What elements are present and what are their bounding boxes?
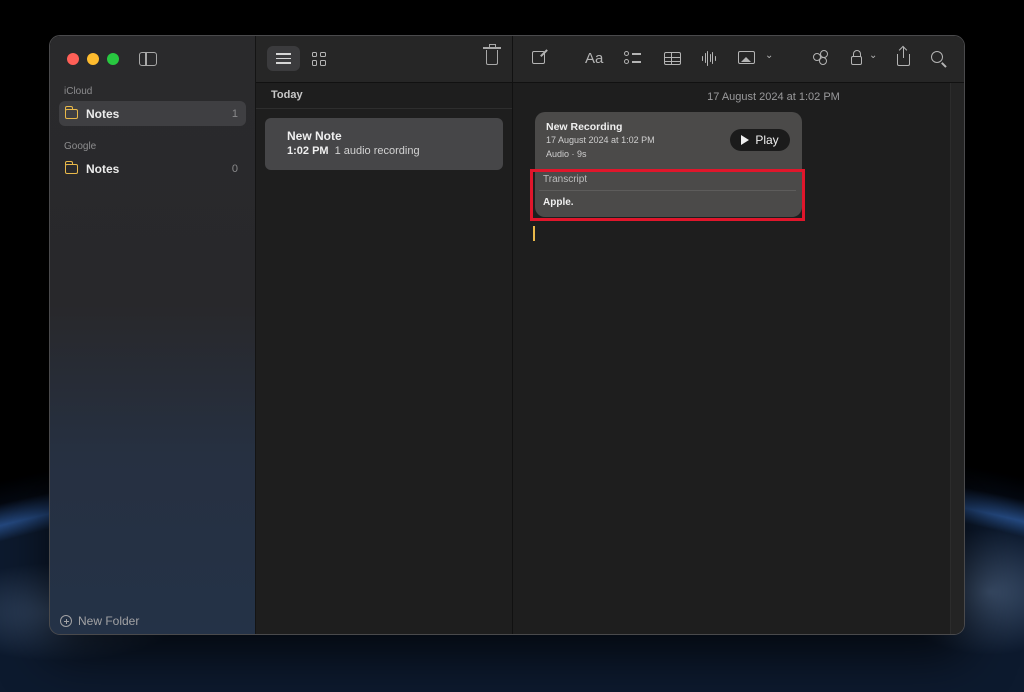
- note-list-pane: Today New Note 1:02 PM 1 audio recording: [256, 36, 513, 634]
- window-controls: [67, 53, 119, 65]
- compose-icon[interactable]: [532, 51, 545, 64]
- editor-toolbar: Aa ⌄ ⌄: [513, 36, 964, 83]
- folder-icloud-notes[interactable]: Notes 1: [59, 101, 246, 126]
- collaborate-icon[interactable]: [813, 50, 830, 66]
- share-icon[interactable]: [897, 47, 910, 66]
- play-icon: [741, 135, 750, 145]
- folder-name: Notes: [86, 106, 120, 121]
- transcript-text: Apple.: [543, 197, 574, 208]
- note-time: 1:02 PM: [287, 145, 329, 157]
- divider: [539, 190, 796, 191]
- group-header-today: Today: [256, 83, 512, 109]
- note-preview: 1 audio recording: [334, 145, 420, 157]
- note-meta: 1:02 PM 1 audio recording: [287, 145, 481, 157]
- format-text-icon[interactable]: Aa: [585, 50, 603, 67]
- section-label-icloud: iCloud: [64, 86, 93, 97]
- sidebar: iCloud Notes 1 Google Notes 0 New Folder: [50, 36, 256, 634]
- new-folder-label: New Folder: [78, 614, 140, 628]
- recording-date: 17 August 2024 at 1:02 PM: [546, 135, 655, 145]
- gallery-view-button[interactable]: [302, 46, 335, 71]
- table-icon[interactable]: [664, 52, 681, 65]
- chevron-down-icon[interactable]: ⌄: [869, 50, 877, 61]
- folder-icon: [65, 160, 78, 174]
- folder-name: Notes: [86, 161, 120, 176]
- close-window-button[interactable]: [67, 53, 79, 65]
- note-list-toolbar: [256, 36, 512, 83]
- minimize-window-button[interactable]: [87, 53, 99, 65]
- new-folder-button[interactable]: New Folder: [60, 614, 139, 628]
- play-button[interactable]: Play: [730, 129, 790, 151]
- zoom-window-button[interactable]: [107, 53, 119, 65]
- gallery-view-icon: [311, 51, 326, 66]
- list-view-button[interactable]: [267, 46, 300, 71]
- note-list-item[interactable]: New Note 1:02 PM 1 audio recording: [265, 118, 503, 170]
- chevron-down-icon[interactable]: ⌄: [765, 50, 773, 61]
- checklist-icon[interactable]: [624, 51, 641, 66]
- note-title: New Note: [287, 129, 342, 143]
- plus-circle-icon: [60, 615, 72, 627]
- folder-google-notes[interactable]: Notes 0: [59, 156, 246, 181]
- transcript-label: Transcript: [543, 174, 588, 185]
- transcript-highlight: Transcript Apple.: [530, 169, 805, 221]
- scrollbar[interactable]: [950, 83, 964, 634]
- search-icon[interactable]: [931, 51, 943, 63]
- notes-app-window: iCloud Notes 1 Google Notes 0 New Folder: [49, 35, 965, 635]
- trash-icon[interactable]: [483, 44, 501, 65]
- audio-waveform-icon[interactable]: [702, 50, 716, 66]
- section-label-google: Google: [64, 141, 97, 152]
- note-editor[interactable]: Aa ⌄ ⌄ 17 August 2024 at 1:02 PM New Rec…: [513, 36, 964, 634]
- text-cursor: [533, 226, 535, 241]
- play-label: Play: [755, 133, 779, 147]
- recording-title: New Recording: [546, 121, 623, 133]
- folder-icon: [65, 105, 78, 119]
- media-icon[interactable]: [738, 51, 755, 64]
- note-date: 17 August 2024 at 1:02 PM: [707, 91, 840, 103]
- lock-icon[interactable]: [851, 50, 862, 65]
- folder-count: 1: [231, 107, 238, 120]
- list-view-icon: [276, 53, 291, 64]
- sidebar-toggle-icon[interactable]: [139, 52, 157, 66]
- recording-kind: Audio · 9s: [546, 149, 587, 159]
- folder-count: 0: [231, 162, 238, 175]
